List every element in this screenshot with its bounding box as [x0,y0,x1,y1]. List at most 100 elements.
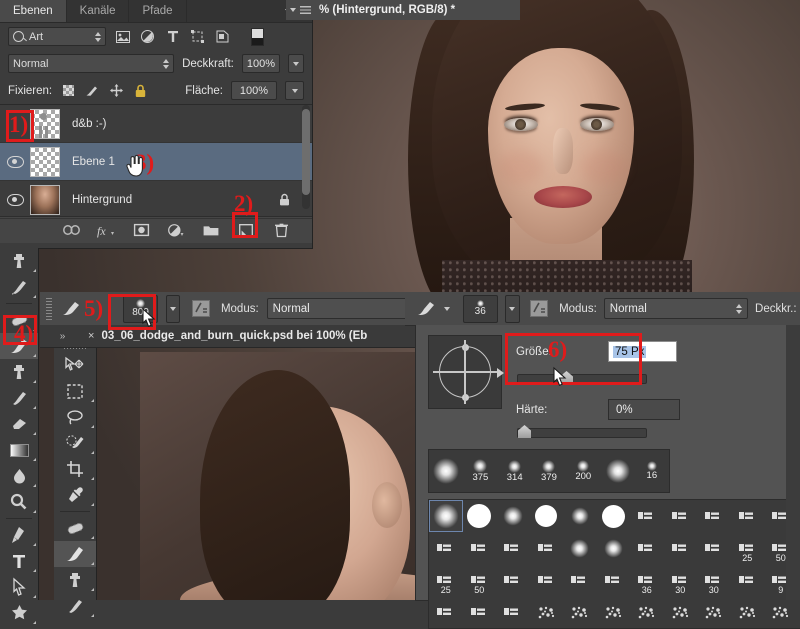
brush-hardness-field[interactable]: 0% [608,399,680,420]
brush-preset-selected[interactable] [429,500,463,532]
brush-preset-item[interactable] [630,596,664,628]
fill-value-field[interactable]: 100% [231,81,277,100]
brush-hardness-slider-knob[interactable] [518,425,531,438]
adjustment-filter-icon[interactable] [139,29,156,44]
history-brush-tool-2[interactable] [0,385,38,411]
brush-preset-item[interactable] [764,596,798,628]
layers-scrollbar-thumb[interactable] [302,109,310,195]
recent-brush-item[interactable]: 375 [463,459,497,483]
toggle-airbrush-panel-icon[interactable] [527,299,552,318]
lock-position-icon[interactable] [108,84,124,98]
brush-angle-roundness-control[interactable] [428,335,502,409]
fill-stepper-button[interactable] [285,81,304,100]
adjustment-layer-icon[interactable] [167,221,185,239]
lock-transparency-icon[interactable] [60,84,76,98]
brush-hardness-slider[interactable] [517,428,647,438]
brush-preset-item[interactable] [731,500,765,532]
brush-preset-item[interactable] [731,564,765,596]
layer-mask-icon[interactable] [132,221,150,239]
brush-preset-item[interactable] [463,596,497,628]
eraser-tool-2[interactable] [0,411,38,437]
shape-tool[interactable] [0,600,38,626]
table-row[interactable]: d&b :-) [0,105,312,143]
recent-brush-item[interactable] [600,459,634,483]
history-brush-tool-second[interactable] [54,593,96,619]
brush-preset-item[interactable] [664,596,698,628]
lasso-tool[interactable] [54,404,96,430]
brush-preset-item[interactable] [530,596,564,628]
document-tab-bottom[interactable]: × 03_06_dodge_and_burn_quick.psd bei 100… [40,325,478,348]
brush-preset-item[interactable] [630,500,664,532]
shape-filter-icon[interactable] [189,29,206,44]
quick-selection-tool[interactable] [54,430,96,456]
options-bar-grip[interactable] [46,298,52,320]
brush-preset-item[interactable] [697,532,731,564]
eyedropper-tool[interactable] [54,482,96,508]
recent-brush-item[interactable] [429,458,463,484]
document-title-tab[interactable]: % (Hintergrund, RGB/8) * [286,0,520,20]
collapse-panel-button-left[interactable]: » [40,325,84,347]
blend-mode-select[interactable]: Normal [8,54,174,73]
brush-preset-item[interactable] [429,532,463,564]
brush-preset-item[interactable] [530,532,564,564]
healing-brush-tool[interactable] [54,515,96,541]
move-tool[interactable] [54,352,96,378]
brush-preset-item[interactable] [630,532,664,564]
layer-thumbnail[interactable] [30,109,60,139]
brush-preset-item[interactable] [664,500,698,532]
brush-preset-item[interactable] [563,532,597,564]
clone-stamp-tool-second[interactable] [54,567,96,593]
brush-preset-item[interactable]: 30 [697,564,731,596]
recent-brush-item[interactable]: 16 [635,461,669,481]
selected-layer-ebene-1[interactable]: Ebene 1 [0,143,312,181]
layer-visibility-toggle-hintergrund[interactable] [0,194,30,206]
history-brush-tool[interactable] [0,274,38,300]
brush-preset-item[interactable] [731,596,765,628]
new-group-icon[interactable] [202,221,220,239]
layer-kind-select[interactable]: Art [8,27,106,46]
brush-preset-item[interactable] [664,532,698,564]
marquee-tool[interactable] [54,378,96,404]
recent-brush-item[interactable]: 379 [532,460,566,483]
brush-preset-item[interactable] [597,500,631,532]
dodge-tool[interactable] [0,489,38,515]
mode-select[interactable]: Normal [604,298,748,319]
brush-preset-item[interactable] [496,500,530,532]
brush-preset-item[interactable] [563,596,597,628]
pixel-filter-icon[interactable] [114,29,131,44]
lock-image-icon[interactable] [84,84,100,98]
layer-visibility-toggle-ebene1[interactable] [0,156,30,168]
crop-tool[interactable] [54,456,96,482]
type-filter-icon[interactable] [164,29,181,44]
close-icon[interactable]: × [88,330,94,342]
pen-tool[interactable] [0,522,38,548]
brush-preset-item[interactable] [496,564,530,596]
gradient-tool[interactable] [0,437,38,463]
brush-preset-item[interactable]: 25 [731,532,765,564]
brush-preset-item[interactable] [563,500,597,532]
brush-preset-item[interactable] [597,596,631,628]
brush-preset-item[interactable]: 25 [429,564,463,596]
brush-preset-item[interactable] [429,596,463,628]
brush-preset-item[interactable]: 30 [664,564,698,596]
recent-brush-item[interactable]: 200 [566,460,600,482]
brush-preset-item[interactable] [697,500,731,532]
brush-preset-item[interactable] [530,564,564,596]
brush-preset-item[interactable] [496,596,530,628]
layer-thumbnail[interactable] [30,185,60,215]
tab-kanaele[interactable]: Kanäle [67,0,130,22]
tab-ebenen[interactable]: Ebenen [0,0,67,22]
toggle-airbrush-panel-icon[interactable] [188,299,213,318]
brush-preset-picker-button[interactable] [166,295,180,323]
recent-brush-item[interactable]: 314 [498,460,532,483]
clone-stamp-tool-2[interactable] [0,359,38,385]
brush-preset-item[interactable] [463,532,497,564]
table-row[interactable]: Hintergrund [0,181,312,219]
brush-preset-item[interactable]: 50 [463,564,497,596]
layer-style-fx-icon[interactable]: fx [97,221,115,239]
filter-toggle-swatch[interactable] [251,28,264,46]
tab-pfade[interactable]: Pfade [129,0,186,22]
link-layers-icon[interactable] [62,221,80,239]
type-tool[interactable] [0,548,38,574]
brush-tool-dropdown-icon[interactable] [444,307,450,311]
